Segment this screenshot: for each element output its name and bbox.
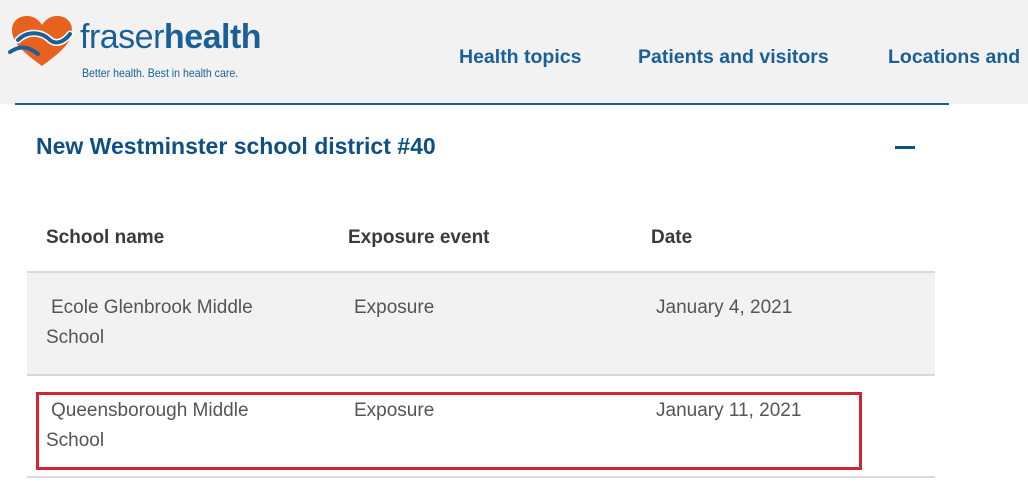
date-cell: January 4, 2021 <box>656 297 793 318</box>
nav-item-locations[interactable]: Locations and <box>888 46 1020 69</box>
table-row: Ecole Glenbrook Middle School Exposure J… <box>27 273 935 374</box>
brand-name-bold: health <box>163 18 262 56</box>
accordion-title[interactable]: New Westminster school district #40 <box>36 133 436 160</box>
school-name-cell: Ecole Glenbrook Middle School <box>46 293 253 353</box>
brand-name-light: fraser <box>80 18 164 56</box>
column-header-date: Date <box>651 227 693 248</box>
minus-icon[interactable] <box>893 137 919 157</box>
column-header-school-name: School name <box>46 227 165 248</box>
column-header-exposure-event: Exposure event <box>348 227 490 248</box>
nav-item-health-topics[interactable]: Health topics <box>459 46 581 69</box>
header-divider <box>15 103 949 105</box>
site-header: fraserhealth Better health. Best in heal… <box>0 0 1028 104</box>
nav-item-patients-and-visitors[interactable]: Patients and visitors <box>638 46 829 69</box>
school-name-line: Ecole Glenbrook Middle <box>51 297 253 318</box>
exposure-event-cell: Exposure <box>354 297 435 318</box>
table-divider <box>27 476 935 478</box>
brand-tagline: Better health. Best in health care. <box>82 66 239 80</box>
school-name-line: School <box>46 327 105 348</box>
highlight-annotation <box>36 392 862 470</box>
brand-wordmark[interactable]: fraserhealth <box>80 18 262 56</box>
fraserhealth-logo-icon[interactable] <box>8 14 76 70</box>
